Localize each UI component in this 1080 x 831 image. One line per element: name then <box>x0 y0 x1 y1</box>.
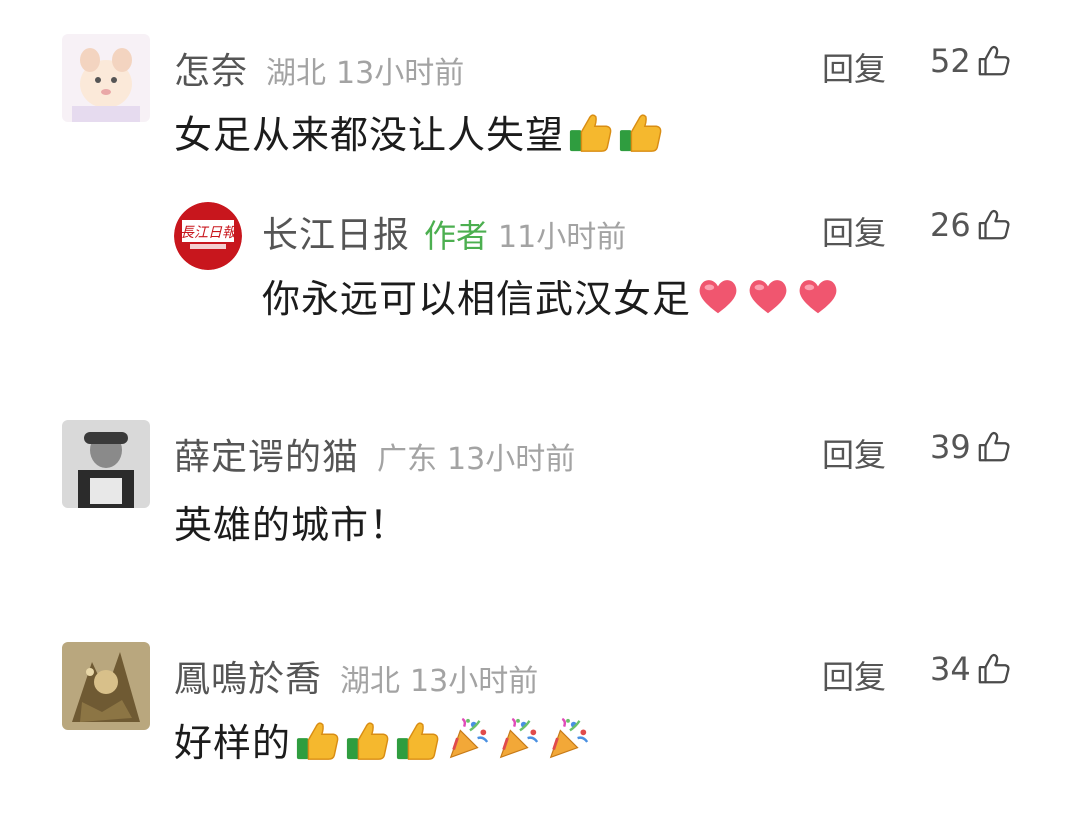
location: 广东 <box>377 442 438 477</box>
comment-text-row: 好样的 <box>174 712 591 767</box>
thumbs-up-emoji <box>395 717 441 763</box>
username[interactable]: 鳳鳴於喬 <box>174 650 322 702</box>
thumbs-up-icon <box>977 208 1011 242</box>
avatar[interactable] <box>62 420 150 508</box>
party-popper-emoji <box>495 717 541 763</box>
author-badge: 作者 <box>424 217 489 255</box>
heart-emoji <box>695 273 741 319</box>
party-popper-emoji <box>545 717 591 763</box>
comment-meta: 广东 13小时前 <box>377 434 575 478</box>
like-count: 26 <box>930 206 971 244</box>
thumbs-up-emoji <box>295 717 341 763</box>
like-button[interactable]: 39 <box>930 428 1011 466</box>
timestamp: 13小时前 <box>447 442 576 477</box>
comment-text: 女足从来都没让人失望 <box>174 113 565 157</box>
username[interactable]: 长江日报 <box>262 206 410 258</box>
comment-text-row: 女足从来都没让人失望 <box>174 104 664 159</box>
thumbs-up-icon <box>977 652 1011 686</box>
timestamp: 13小时前 <box>336 56 465 91</box>
avatar[interactable]: 長江日報 <box>174 202 242 270</box>
username[interactable]: 薛定谔的猫 <box>174 428 359 480</box>
like-button[interactable]: 34 <box>930 650 1011 688</box>
heart-emoji <box>795 273 841 319</box>
comment-text: 你永远可以相信武汉女足 <box>262 277 692 321</box>
avatar[interactable] <box>62 642 150 730</box>
party-popper-emoji <box>445 717 491 763</box>
heart-emoji <box>745 273 791 319</box>
comment-meta: 湖北 13小时前 <box>340 656 538 700</box>
comment-text-row: 你永远可以相信武汉女足 <box>262 268 841 323</box>
thumbs-up-icon <box>977 430 1011 464</box>
like-button[interactable]: 52 <box>930 42 1011 80</box>
location: 湖北 <box>340 664 401 699</box>
reply-button[interactable]: 回复 <box>822 44 886 90</box>
comment-meta: 湖北 13小时前 <box>266 48 464 92</box>
like-count: 39 <box>930 428 971 466</box>
comment-text: 好样的 <box>174 721 292 765</box>
comment-text-row: 英雄的城市！ <box>174 494 408 549</box>
reply-button[interactable]: 回复 <box>822 208 886 254</box>
like-button[interactable]: 26 <box>930 206 1011 244</box>
like-count: 34 <box>930 650 971 688</box>
timestamp: 11小时前 <box>498 220 627 255</box>
reply-button[interactable]: 回复 <box>822 430 886 476</box>
thumbs-up-emoji <box>568 109 614 155</box>
username[interactable]: 怎奈 <box>174 42 248 94</box>
like-count: 52 <box>930 42 971 80</box>
timestamp: 13小时前 <box>410 664 539 699</box>
comment-text: 英雄的城市！ <box>174 503 409 547</box>
avatar[interactable] <box>62 34 150 122</box>
thumbs-up-emoji <box>618 109 664 155</box>
reply-button[interactable]: 回复 <box>822 652 886 698</box>
thumbs-up-icon <box>977 44 1011 78</box>
thumbs-up-emoji <box>345 717 391 763</box>
location: 湖北 <box>266 56 327 91</box>
svg-text:長江日報: 長江日報 <box>180 225 238 241</box>
